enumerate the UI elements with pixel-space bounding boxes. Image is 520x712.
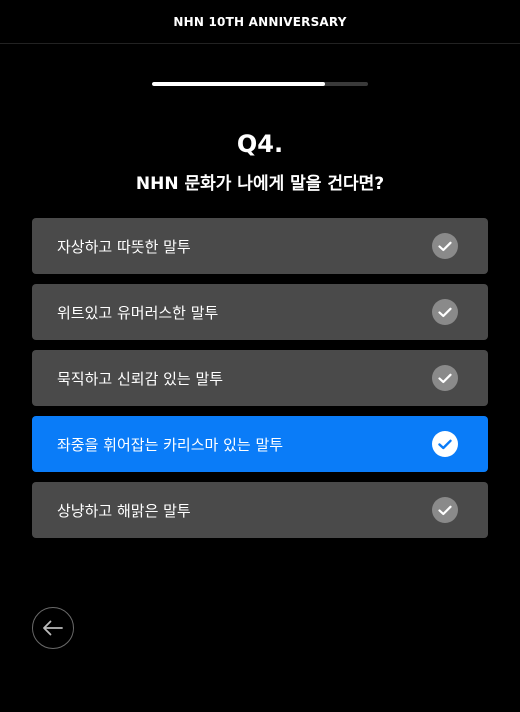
option-item-selected[interactable]: 좌중을 휘어잡는 카리스마 있는 말투 bbox=[32, 416, 488, 472]
option-item[interactable]: 위트있고 유머러스한 말투 bbox=[32, 284, 488, 340]
header-title: NHN 10TH ANNIVERSARY bbox=[173, 14, 347, 29]
check-icon bbox=[432, 365, 458, 391]
option-item[interactable]: 상냥하고 해맑은 말투 bbox=[32, 482, 488, 538]
option-label: 위트있고 유머러스한 말투 bbox=[57, 303, 219, 322]
option-item[interactable]: 자상하고 따뜻한 말투 bbox=[32, 218, 488, 274]
arrow-left-icon bbox=[42, 620, 64, 636]
progress-bar-fill bbox=[152, 82, 325, 86]
back-button[interactable] bbox=[32, 607, 74, 649]
check-icon bbox=[432, 431, 458, 457]
check-icon bbox=[432, 497, 458, 523]
option-label: 상냥하고 해맑은 말투 bbox=[57, 501, 191, 520]
header: NHN 10TH ANNIVERSARY bbox=[0, 0, 520, 44]
check-icon bbox=[432, 233, 458, 259]
question-number: Q4. bbox=[236, 130, 284, 158]
progress-bar bbox=[152, 82, 368, 86]
option-list: 자상하고 따뜻한 말투 위트있고 유머러스한 말투 묵직하고 신뢰감 있는 말투… bbox=[32, 218, 488, 548]
check-icon bbox=[432, 299, 458, 325]
option-label: 좌중을 휘어잡는 카리스마 있는 말투 bbox=[57, 435, 284, 454]
option-item[interactable]: 묵직하고 신뢰감 있는 말투 bbox=[32, 350, 488, 406]
option-label: 자상하고 따뜻한 말투 bbox=[57, 237, 191, 256]
question-text: NHN 문화가 나에게 말을 건다면? bbox=[135, 174, 385, 194]
option-label: 묵직하고 신뢰감 있는 말투 bbox=[57, 369, 224, 388]
